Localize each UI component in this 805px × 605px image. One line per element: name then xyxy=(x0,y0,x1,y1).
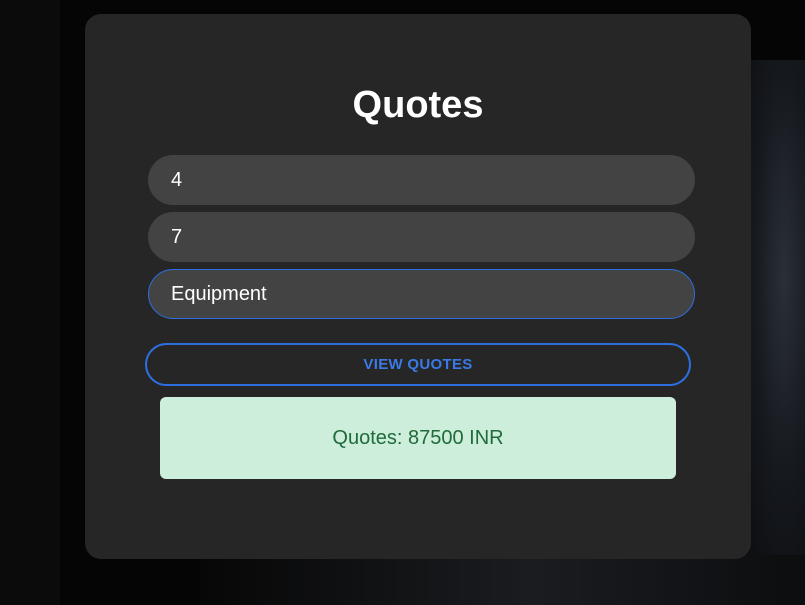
quotes-result-text: Quotes: 87500 INR xyxy=(332,427,504,449)
duration-input-value: 7 xyxy=(171,226,183,248)
quantity-input-value: 4 xyxy=(171,169,183,191)
quotes-card: Quotes 4 7 Equipment VIEW QUOTES Quotes:… xyxy=(85,14,751,559)
category-input[interactable]: Equipment xyxy=(148,269,695,319)
background-bottom xyxy=(200,555,805,605)
category-input-value: Equipment xyxy=(171,283,267,305)
page-title: Quotes xyxy=(352,84,484,126)
quantity-input[interactable]: 4 xyxy=(148,155,695,205)
duration-input[interactable]: 7 xyxy=(148,212,695,262)
background-left xyxy=(0,0,60,605)
quotes-result-box: Quotes: 87500 INR xyxy=(160,397,676,479)
view-quotes-button[interactable]: VIEW QUOTES xyxy=(145,343,691,386)
